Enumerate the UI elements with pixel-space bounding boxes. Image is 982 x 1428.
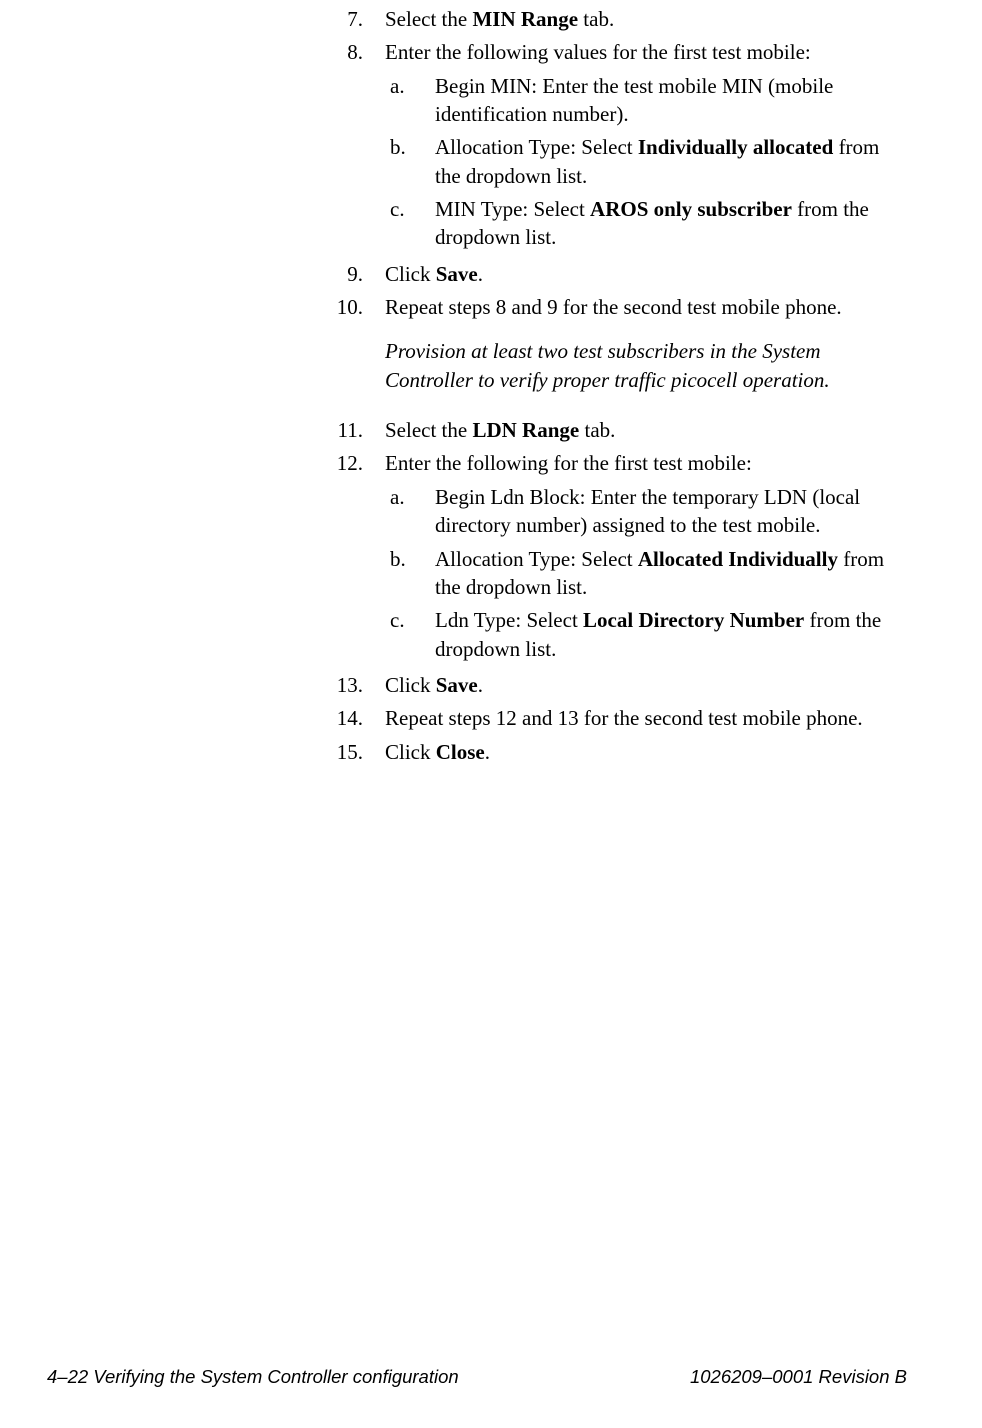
- substep-b: b. Allocation Type: Select Individually …: [385, 133, 897, 190]
- text: MIN Type: Select: [435, 197, 590, 221]
- substep-c: c. Ldn Type: Select Local Directory Numb…: [385, 606, 897, 663]
- step-text: Repeat steps 12 and 13 for the second te…: [385, 704, 897, 732]
- step-text: Select the LDN Range tab.: [385, 416, 897, 444]
- intro: Enter the following for the first test m…: [385, 449, 897, 477]
- step-14: 14. Repeat steps 12 and 13 for the secon…: [330, 704, 897, 732]
- text: .: [478, 262, 483, 286]
- step-text: Repeat steps 8 and 9 for the second test…: [385, 293, 897, 321]
- substep-marker: b.: [385, 545, 435, 602]
- intro: Enter the following values for the first…: [385, 38, 897, 66]
- text: Select the: [385, 418, 472, 442]
- text: .: [478, 673, 483, 697]
- text: Allocation Type: Select: [435, 135, 638, 159]
- step-number: 11.: [330, 416, 385, 444]
- page-body: 7. Select the MIN Range tab. 8. Enter th…: [330, 5, 897, 771]
- bold: Allocated Individually: [638, 547, 838, 571]
- substep-c: c. MIN Type: Select AROS only subscriber…: [385, 195, 897, 252]
- step-8: 8. Enter the following values for the fi…: [330, 38, 897, 254]
- substep-text: Allocation Type: Select Allocated Indivi…: [435, 545, 897, 602]
- text: tab.: [578, 7, 614, 31]
- step-15: 15. Click Close.: [330, 738, 897, 766]
- bold: Save: [436, 673, 478, 697]
- text: Ldn Type: Select: [435, 608, 583, 632]
- bold: Local Directory Number: [583, 608, 804, 632]
- bold: AROS only subscriber: [590, 197, 792, 221]
- substep-marker: b.: [385, 133, 435, 190]
- bold: MIN Range: [472, 7, 578, 31]
- bold: Close: [436, 740, 485, 764]
- step-number: 10.: [330, 293, 385, 321]
- step-number: 8.: [330, 38, 385, 254]
- substep-text: Ldn Type: Select Local Directory Number …: [435, 606, 897, 663]
- step-text: Click Save.: [385, 671, 897, 699]
- text: Click: [385, 740, 436, 764]
- text: Select the: [385, 7, 472, 31]
- step-number: 14.: [330, 704, 385, 732]
- footer-left: 4–22 Verifying the System Controller con…: [47, 1365, 459, 1390]
- page-footer: 4–22 Verifying the System Controller con…: [47, 1365, 907, 1390]
- substep-marker: c.: [385, 195, 435, 252]
- substep-a: a. Begin Ldn Block: Enter the temporary …: [385, 483, 897, 540]
- step-9: 9. Click Save.: [330, 260, 897, 288]
- substep-marker: c.: [385, 606, 435, 663]
- substep-marker: a.: [385, 483, 435, 540]
- text: Click: [385, 262, 436, 286]
- step-text: Click Save.: [385, 260, 897, 288]
- substep-b: b. Allocation Type: Select Allocated Ind…: [385, 545, 897, 602]
- step-number: 9.: [330, 260, 385, 288]
- step-text: Click Close.: [385, 738, 897, 766]
- footer-right: 1026209–0001 Revision B: [690, 1365, 907, 1390]
- text: Allocation Type: Select: [435, 547, 638, 571]
- substep-text: Allocation Type: Select Individually all…: [435, 133, 897, 190]
- italic-note: Provision at least two test subscribers …: [385, 337, 897, 394]
- text: .: [485, 740, 490, 764]
- text: tab.: [579, 418, 615, 442]
- substep-text: Begin Ldn Block: Enter the temporary LDN…: [435, 483, 897, 540]
- step-text: Select the MIN Range tab.: [385, 5, 897, 33]
- step-13: 13. Click Save.: [330, 671, 897, 699]
- step-number: 7.: [330, 5, 385, 33]
- substep-text: MIN Type: Select AROS only subscriber fr…: [435, 195, 897, 252]
- step-text: Enter the following values for the first…: [385, 38, 897, 254]
- substep-marker: a.: [385, 72, 435, 129]
- text: Click: [385, 673, 436, 697]
- bold: LDN Range: [472, 418, 579, 442]
- step-11: 11. Select the LDN Range tab.: [330, 416, 897, 444]
- step-text: Enter the following for the first test m…: [385, 449, 897, 665]
- step-10: 10. Repeat steps 8 and 9 for the second …: [330, 293, 897, 321]
- substep-text: Begin MIN: Enter the test mobile MIN (mo…: [435, 72, 897, 129]
- step-12: 12. Enter the following for the first te…: [330, 449, 897, 665]
- step-7: 7. Select the MIN Range tab.: [330, 5, 897, 33]
- substep-a: a. Begin MIN: Enter the test mobile MIN …: [385, 72, 897, 129]
- bold: Save: [436, 262, 478, 286]
- step-number: 12.: [330, 449, 385, 665]
- step-number: 15.: [330, 738, 385, 766]
- step-number: 13.: [330, 671, 385, 699]
- bold: Individually allocated: [638, 135, 833, 159]
